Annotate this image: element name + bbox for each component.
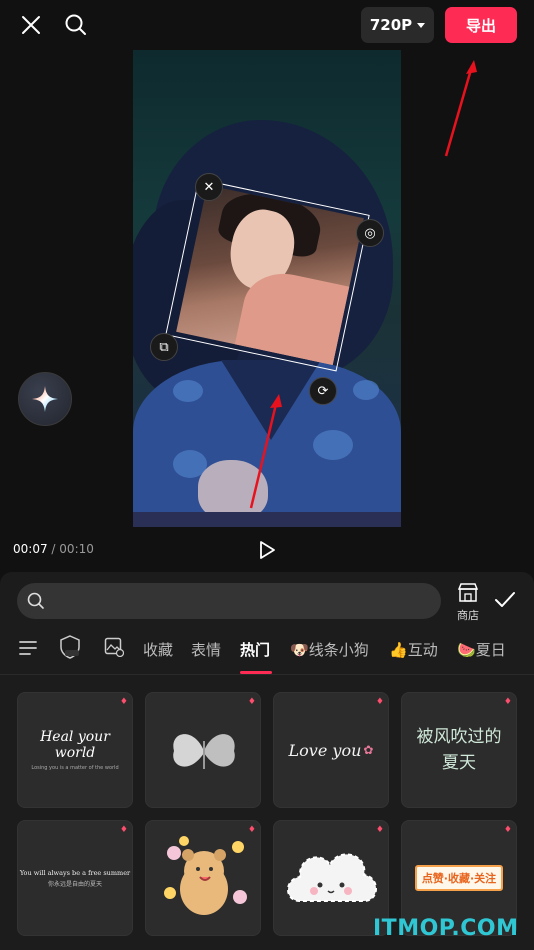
time-separator: / <box>51 542 56 556</box>
close-icon[interactable] <box>18 12 44 38</box>
editor-screen: 720P 导出 ✕ ◎ ⧉ ⟳ 00:07 / 00:10 商店 收藏 表情 热… <box>0 0 534 950</box>
delete-handle-icon[interactable]: ✕ <box>195 173 223 201</box>
kimono-pattern <box>353 380 379 400</box>
puppy-icon: 🐶 <box>290 641 309 659</box>
sticker-text: 被风吹过的夏天 <box>416 727 502 773</box>
sticker-text: Heal your world <box>40 729 110 761</box>
tab-interaction[interactable]: 👍互动 <box>389 639 438 660</box>
current-time: 00:07 <box>13 542 48 556</box>
sticker-subtext: Losing you is a matter of the world <box>31 765 119 771</box>
tab-summer-label: 夏日 <box>475 641 506 659</box>
sticker-subtext: 你永远是自由的夏天 <box>47 880 102 888</box>
cloud-icon <box>287 853 377 902</box>
watermelon-icon: 🍉 <box>457 641 476 659</box>
export-button[interactable]: 导出 <box>445 7 517 43</box>
store-button[interactable] <box>455 583 481 607</box>
sticker-card[interactable]: ♦ <box>145 692 261 808</box>
caret-down-icon <box>417 22 426 28</box>
premium-gem-icon: ♦ <box>247 697 256 707</box>
copy-handle-icon[interactable]: ◎ <box>356 219 384 247</box>
tab-emoji[interactable]: 表情 <box>191 639 221 660</box>
annotation-arrow-photo <box>249 394 282 509</box>
tabs-divider <box>0 674 534 675</box>
rose-icon: ✿ <box>363 743 374 757</box>
watermark: ITMOP.COM <box>373 916 519 941</box>
ai-sparkle-button[interactable] <box>18 372 72 426</box>
add-image-icon[interactable] <box>104 637 124 657</box>
rotate-scale-handle-icon[interactable]: ⟳ <box>309 377 337 405</box>
sticker-card[interactable]: ♦ <box>145 820 261 936</box>
store-icon <box>457 583 479 602</box>
sticker-card[interactable]: ♦ Heal your world Losing you is a matter… <box>17 692 133 808</box>
sticker-card[interactable]: ♦ You will always be a free summer 你永远是自… <box>17 820 133 936</box>
resolution-label: 720P <box>369 16 413 34</box>
premium-gem-icon: ♦ <box>375 825 384 835</box>
tab-hot[interactable]: 热门 <box>240 639 270 660</box>
annotation-arrow-export <box>444 60 477 157</box>
search-icon[interactable] <box>63 12 89 38</box>
kimono-belt <box>133 512 401 527</box>
sticker-content: You will always be a free summer 你永远是自由的… <box>18 821 132 935</box>
sticker-card[interactable]: ♦ Love you ✿ <box>273 692 389 808</box>
bear-icon <box>164 836 247 915</box>
sticker-card[interactable]: ♦ 被风吹过的夏天 <box>401 692 517 808</box>
confirm-check-icon[interactable] <box>494 590 516 610</box>
playback-time: 00:07 / 00:10 <box>13 542 94 556</box>
sticker-card[interactable]: ♦ <box>273 820 389 936</box>
tab-line-puppy-label: 线条小狗 <box>308 641 369 659</box>
tab-interaction-label: 互动 <box>407 641 438 659</box>
kimono-pattern <box>313 430 353 460</box>
menu-icon[interactable] <box>18 639 38 657</box>
resolution-dropdown[interactable]: 720P <box>361 7 434 43</box>
sticker-content: Love you ✿ <box>274 693 388 807</box>
sticker-search-input[interactable] <box>17 583 441 619</box>
shop-off-icon[interactable] <box>59 635 81 659</box>
mirror-handle-icon[interactable]: ⧉ <box>150 333 178 361</box>
sticker-text: Love you <box>288 740 362 760</box>
kimono-pattern <box>173 380 203 402</box>
sticker-text: You will always be a free summer <box>19 868 131 877</box>
thumbs-up-icon: 👍 <box>389 641 408 659</box>
tab-line-puppy[interactable]: 🐶线条小狗 <box>290 639 369 660</box>
sticker-content: 被风吹过的夏天 <box>402 693 516 807</box>
total-time: 00:10 <box>59 542 94 556</box>
tab-summer[interactable]: 🍉夏日 <box>457 639 506 660</box>
sticker-text: 点赞·收藏·关注 <box>414 865 504 891</box>
play-icon[interactable] <box>257 540 277 560</box>
top-bar: 720P 导出 <box>0 0 534 50</box>
store-label: 商店 <box>457 609 479 622</box>
sticker-tabs: 收藏 表情 热门 🐶线条小狗 👍互动 🍉夏日 <box>0 630 534 670</box>
tab-favorites[interactable]: 收藏 <box>143 639 173 660</box>
butterfly-icon <box>173 734 235 769</box>
sticker-content: Heal your world Losing you is a matter o… <box>18 693 132 807</box>
search-icon <box>27 592 44 609</box>
sparkle-icon <box>32 386 58 412</box>
